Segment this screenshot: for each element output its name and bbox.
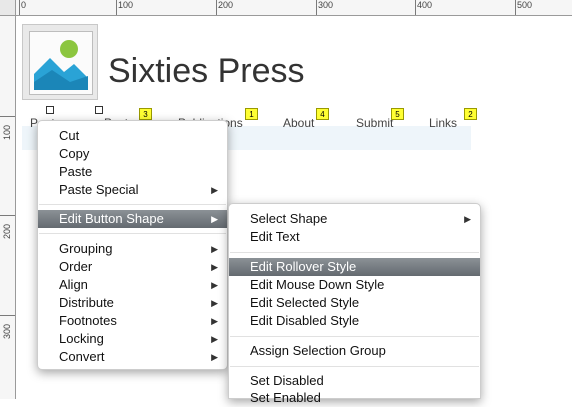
- menu-item-distribute[interactable]: Distribute ▶: [38, 294, 227, 312]
- submenu-arrow-icon: ▶: [211, 244, 218, 254]
- submenu-arrow-icon: ▶: [211, 334, 218, 344]
- ruler-tick: [415, 0, 416, 15]
- submenu-arrow-icon: ▶: [464, 214, 471, 224]
- ruler-label: 300: [2, 323, 12, 339]
- menu-item-label: Edit Button Shape: [59, 211, 164, 226]
- menu-item-edit-rollover-style[interactable]: Edit Rollover Style: [229, 258, 480, 276]
- menu-item-label: Copy: [59, 146, 90, 161]
- menu-item-label: Cut: [59, 128, 80, 143]
- menu-separator: [39, 233, 226, 234]
- menu-item-label: Set Enabled: [250, 390, 321, 405]
- menu-item-paste-special[interactable]: Paste Special ▶: [38, 181, 227, 199]
- edit-button-shape-submenu: Select Shape ▶ Edit Text Edit Rollover St…: [228, 203, 481, 405]
- menu-item-label: Convert: [59, 349, 105, 364]
- menu-item-label: Grouping: [59, 241, 113, 256]
- ruler-tick: [0, 116, 15, 117]
- submenu-arrow-icon: ▶: [211, 352, 218, 362]
- nav-item-about[interactable]: About: [283, 116, 314, 130]
- ruler-label: 300: [318, 0, 334, 10]
- ruler-tick: [216, 0, 217, 15]
- horizontal-ruler: 0 100 200 300 400 500: [0, 0, 572, 16]
- menu-item-edit-disabled-style[interactable]: Edit Disabled Style: [229, 312, 480, 330]
- ruler-tick: [19, 0, 20, 15]
- nav-item-links[interactable]: Links: [429, 116, 457, 130]
- menu-item-edit-selected-style[interactable]: Edit Selected Style: [229, 294, 480, 312]
- context-menu: Cut Copy Paste Paste Special ▶ Edit Butto…: [37, 120, 228, 370]
- menu-item-convert[interactable]: Convert ▶: [38, 348, 227, 366]
- menu-item-label: Paste Special: [59, 182, 139, 197]
- menu-item-label: Select Shape: [250, 211, 328, 226]
- nav-badge: 4: [316, 108, 329, 120]
- vertical-ruler: 100 200 300: [0, 16, 16, 399]
- menu-item-label: Distribute: [59, 295, 114, 310]
- menu-separator: [230, 366, 479, 367]
- submenu-arrow-icon: ▶: [211, 316, 218, 326]
- menu-item-align[interactable]: Align ▶: [38, 276, 227, 294]
- menu-item-label: Edit Selected Style: [250, 295, 360, 310]
- site-title[interactable]: Sixties Press: [108, 52, 305, 91]
- menu-item-select-shape[interactable]: Select Shape ▶: [229, 210, 480, 228]
- ruler-label: 0: [21, 0, 27, 10]
- submenu-arrow-icon: ▶: [211, 214, 218, 224]
- menu-item-copy[interactable]: Copy: [38, 145, 227, 163]
- menu-separator: [230, 252, 479, 253]
- menu-item-label: Align: [59, 277, 88, 292]
- menu-item-edit-button-shape[interactable]: Edit Button Shape ▶: [38, 210, 227, 228]
- menu-item-label: Order: [59, 259, 93, 274]
- menu-item-assign-selection-group[interactable]: Assign Selection Group: [229, 342, 480, 360]
- menu-item-label: Edit Mouse Down Style: [250, 277, 385, 292]
- image-placeholder-icon: [29, 31, 93, 95]
- selection-handle[interactable]: [95, 106, 103, 114]
- submenu-arrow-icon: ▶: [211, 298, 218, 308]
- nav-badge: 3: [139, 108, 152, 120]
- submenu-arrow-icon: ▶: [211, 262, 218, 272]
- menu-item-label: Assign Selection Group: [250, 343, 386, 358]
- menu-item-label: Edit Rollover Style: [250, 259, 357, 274]
- menu-item-order[interactable]: Order ▶: [38, 258, 227, 276]
- menu-item-footnotes[interactable]: Footnotes ▶: [38, 312, 227, 330]
- nav-badge: 2: [464, 108, 477, 120]
- ruler-label: 500: [517, 0, 533, 10]
- ruler-label: 400: [417, 0, 433, 10]
- ruler-tick: [316, 0, 317, 15]
- submenu-arrow-icon: ▶: [211, 185, 218, 195]
- logo-placeholder[interactable]: [22, 24, 98, 100]
- menu-item-edit-mouse-down-style[interactable]: Edit Mouse Down Style: [229, 276, 480, 294]
- nav-item-submit[interactable]: Submit: [356, 116, 393, 130]
- ruler-label: 100: [118, 0, 134, 10]
- nav-badge: 1: [245, 108, 258, 120]
- menu-item-grouping[interactable]: Grouping ▶: [38, 240, 227, 258]
- menu-item-set-enabled[interactable]: Set Enabled: [229, 389, 480, 407]
- ruler-label: 100: [2, 124, 12, 140]
- ruler-tick: [116, 0, 117, 15]
- submenu-arrow-icon: ▶: [211, 280, 218, 290]
- menu-item-paste[interactable]: Paste: [38, 163, 227, 181]
- menu-item-label: Locking: [59, 331, 104, 346]
- menu-item-locking[interactable]: Locking ▶: [38, 330, 227, 348]
- ruler-label: 200: [2, 223, 12, 239]
- ruler-corner: [0, 0, 16, 16]
- menu-item-cut[interactable]: Cut: [38, 127, 227, 145]
- menu-item-label: Paste: [59, 164, 93, 179]
- menu-item-label: Set Disabled: [250, 373, 324, 388]
- ruler-tick: [0, 315, 15, 316]
- menu-item-set-disabled[interactable]: Set Disabled: [229, 372, 480, 390]
- selection-handle[interactable]: [46, 106, 54, 114]
- menu-separator: [230, 336, 479, 337]
- menu-item-label: Edit Text: [250, 229, 300, 244]
- ruler-label: 200: [218, 0, 234, 10]
- menu-item-label: Edit Disabled Style: [250, 313, 360, 328]
- ruler-tick: [515, 0, 516, 15]
- nav-badge: 5: [391, 108, 404, 120]
- ruler-tick: [0, 215, 15, 216]
- menu-item-edit-text[interactable]: Edit Text: [229, 228, 480, 246]
- menu-item-label: Footnotes: [59, 313, 117, 328]
- menu-separator: [39, 204, 226, 205]
